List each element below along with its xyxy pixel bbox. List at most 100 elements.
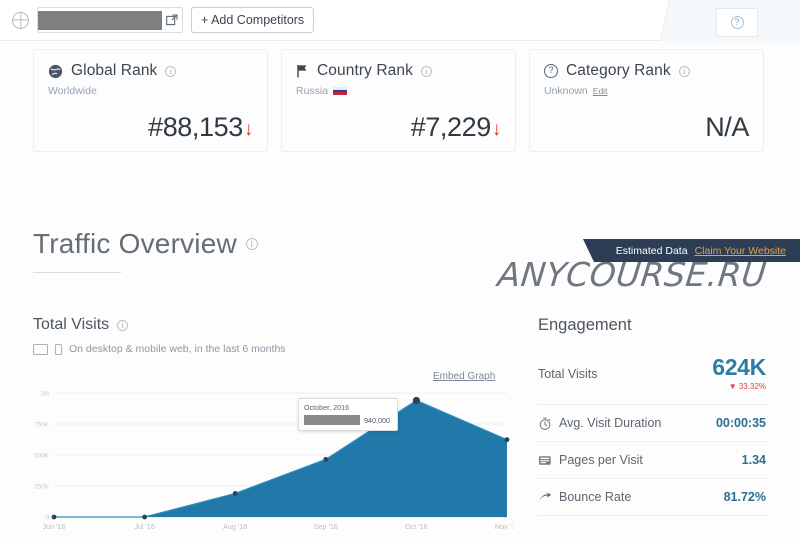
rank-cards-row: Global Rank i Worldwide #88,153 ↓ Countr… (33, 49, 764, 152)
page-title-text: Traffic Overview (33, 228, 237, 259)
redacted-site-name (38, 10, 162, 30)
y-axis-tick-label: 250K (34, 483, 50, 490)
card-value-group: N/A (705, 112, 749, 143)
engagement-row-pages-per-visit: Pages per Visit 1.34 (538, 442, 768, 479)
engagement-value-group: 624K ▼ 33.32% (712, 354, 766, 392)
card-header: Country Rank i (296, 62, 501, 80)
pages-icon (538, 454, 552, 467)
edit-category-link[interactable]: Edit (593, 86, 608, 96)
card-subtitle-text: Worldwide (48, 85, 97, 97)
bounce-arrow-icon (538, 491, 552, 504)
engagement-value: 81.72% (723, 490, 766, 504)
engagement-value: 1.34 (741, 453, 766, 467)
embed-graph-link[interactable]: Embed Graph (433, 371, 495, 382)
engagement-heading: Engagement (538, 316, 632, 334)
total-visits-value: 624K (712, 354, 766, 380)
tooltip-date: October, 2016 (304, 403, 350, 412)
claim-your-website-link[interactable]: Claim Your Website (695, 245, 786, 257)
engagement-label-group: Bounce Rate (538, 490, 631, 504)
engagement-value: 00:00:35 (715, 416, 766, 430)
engagement-label-group: Pages per Visit (538, 453, 643, 467)
x-axis-tick-label: Aug '16 (223, 522, 247, 531)
x-axis-tick-label: Nov '16 (495, 522, 513, 531)
device-note: On desktop & mobile web, in the last 6 m… (33, 343, 286, 355)
stopwatch-icon (538, 417, 552, 430)
desktop-icon (33, 343, 48, 355)
russia-flag-icon (333, 87, 348, 95)
info-icon[interactable]: i (117, 319, 129, 331)
top-bar: + Add Competitors ? (0, 0, 800, 41)
category-rank-card: ? Category Rank i Unknown Edit N/A (529, 49, 764, 152)
card-subtitle: Unknown Edit (544, 85, 749, 97)
question-mark-icon: ? (730, 16, 744, 29)
chart-data-point[interactable] (504, 437, 510, 443)
rank-value: #88,153 (148, 112, 243, 142)
rank-value: N/A (705, 112, 749, 142)
chart-data-point[interactable] (412, 396, 420, 405)
tooltip-value: 940,000 (364, 415, 390, 425)
delta-down-icon: ▼ (728, 382, 737, 391)
info-icon[interactable]: i (165, 65, 177, 77)
rank-value: #7,229 (410, 112, 492, 142)
chart-data-point[interactable] (51, 514, 57, 520)
trend-down-icon: ↓ (243, 119, 254, 140)
total-visits-heading: Total Visits i (33, 316, 129, 334)
card-value-group: #7,229 ↓ (410, 112, 502, 143)
engagement-list: Total Visits 624K ▼ 33.32% Avg. Visit Du… (538, 350, 768, 516)
total-visits-chart[interactable]: 0 250K 500K 750K 1M Jun '16 Jul '16 Aug '16 Sep … (28, 386, 513, 541)
card-header: ? Category Rank i (544, 62, 749, 80)
info-icon[interactable]: i (245, 238, 258, 250)
trend-down-icon: ↓ (491, 119, 502, 140)
card-value-group: #88,153 ↓ (148, 112, 253, 143)
site-input[interactable] (37, 7, 183, 33)
chart-data-point[interactable] (323, 456, 329, 462)
engagement-label: Pages per Visit (559, 453, 643, 467)
x-axis-tick-label: Sep '16 (314, 522, 338, 531)
x-axis-tick-label: Jun '16 (43, 522, 66, 531)
y-axis-tick-label: 1M (40, 390, 49, 397)
country-rank-card: Country Rank i Russia #7,229 ↓ (281, 49, 516, 152)
engagement-label-group: Avg. Visit Duration (538, 416, 661, 430)
card-subtitle: Russia (296, 85, 501, 97)
y-axis-tick-label: 750K (34, 421, 50, 428)
title-underline (33, 272, 121, 273)
chart-area-fill (54, 400, 507, 517)
globe-icon (12, 11, 29, 29)
mobile-icon (55, 343, 62, 355)
engagement-label: Bounce Rate (559, 490, 632, 504)
help-button[interactable]: ? (716, 8, 758, 37)
info-icon[interactable]: i (420, 65, 432, 77)
x-axis-tick-label: Oct '16 (405, 522, 428, 531)
engagement-label: Total Visits (538, 366, 598, 381)
add-competitors-button[interactable]: + Add Competitors (191, 7, 315, 33)
engagement-row-bounce-rate: Bounce Rate 81.72% (538, 479, 768, 516)
info-icon[interactable]: i (678, 65, 690, 77)
engagement-row-total-visits: Total Visits 624K ▼ 33.32% (538, 350, 768, 405)
external-link-icon[interactable] (166, 14, 178, 26)
similarweb-traffic-overview-page: + Add Competitors ? Global Rank i Worldw… (0, 0, 800, 543)
earth-icon (48, 64, 63, 79)
engagement-row-avg-visit-duration: Avg. Visit Duration 00:00:35 (538, 405, 768, 442)
card-title: Category Rank (566, 62, 671, 79)
global-rank-card: Global Rank i Worldwide #88,153 ↓ (33, 49, 268, 152)
chart-svg: 0 250K 500K 750K 1M Jun '16 Jul '16 Aug '16 Sep … (34, 390, 513, 531)
question-circle-icon: ? (544, 64, 558, 78)
total-visits-delta: ▼ 33.32% (729, 382, 766, 391)
total-visits-heading-text: Total Visits (33, 316, 110, 333)
chart-tooltip: October, 2016 940,000 (298, 398, 398, 431)
chart-data-point[interactable] (142, 514, 147, 520)
delta-value: 33.32% (738, 382, 766, 391)
page-title: Traffic Overview i (33, 228, 258, 260)
card-subtitle-text: Unknown (544, 85, 588, 97)
estimated-data-label: Estimated Data (615, 244, 688, 257)
tooltip-redacted-series-label (304, 415, 360, 425)
chart-data-point[interactable] (232, 491, 238, 496)
x-axis-tick-label: Jul '16 (134, 522, 155, 531)
site-search-area: + Add Competitors (0, 7, 315, 33)
y-axis-tick-label: 0 (45, 514, 49, 521)
engagement-label: Avg. Visit Duration (559, 416, 662, 430)
card-header: Global Rank i (48, 62, 253, 80)
device-note-text: On desktop & mobile web, in the last 6 m… (69, 343, 286, 355)
estimated-data-banner: Estimated Data Claim Your Website (582, 239, 800, 262)
card-title: Country Rank (317, 62, 413, 79)
